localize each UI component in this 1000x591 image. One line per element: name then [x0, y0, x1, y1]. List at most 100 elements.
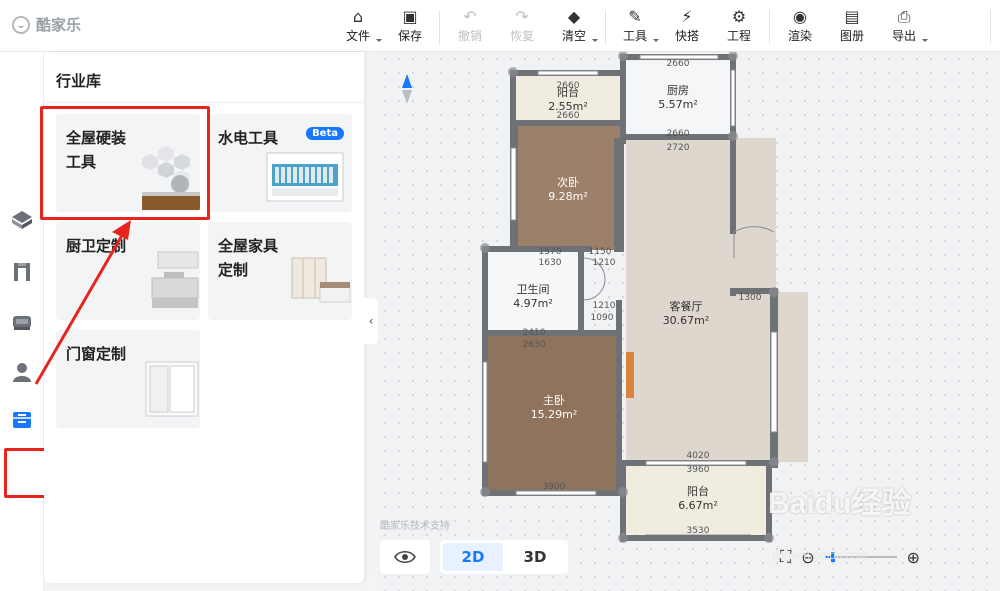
room-area: 15.29m²: [531, 408, 578, 421]
room-name: 卫生间: [517, 282, 550, 296]
room-area: 6.67m²: [678, 499, 718, 512]
dimension-label: 4020: [687, 451, 710, 461]
file-button[interactable]: ⌂ 文件: [338, 6, 382, 44]
dimension-label: 1150: [589, 247, 612, 257]
view-mode-switch: 2D 3D: [440, 540, 568, 574]
app-logo[interactable]: 酷家乐: [12, 14, 81, 35]
undo-button[interactable]: ↶ 撤销: [450, 6, 490, 44]
save-icon: ▣: [402, 7, 418, 26]
clear-label: 清空: [561, 29, 586, 43]
room-name: 次卧: [557, 175, 579, 189]
quick-build-button[interactable]: ⚡ 快搭: [667, 6, 707, 44]
kitchen-thumbnail: [151, 251, 199, 308]
sofa-icon[interactable]: [6, 306, 38, 338]
card-plumbing-electric[interactable]: 水电工具 Beta: [208, 114, 352, 212]
engineering-icon: ⚙: [731, 7, 747, 26]
eraser-icon: ◆: [567, 7, 581, 26]
highlight-box-hard-decoration: [40, 106, 210, 220]
redo-label: 恢复: [509, 29, 534, 43]
view-2d-tab[interactable]: 2D: [443, 543, 503, 571]
engineering-label: 工程: [726, 29, 751, 43]
album-icon: ▤: [844, 7, 860, 26]
compass-icon[interactable]: [402, 74, 412, 104]
dimension-label: 1090: [591, 313, 614, 323]
save-button[interactable]: ▣ 保存: [390, 6, 430, 44]
room-area: 5.57m²: [658, 98, 698, 111]
panel-title: 行业库: [56, 72, 102, 90]
chevron-left-icon: ‹: [368, 314, 374, 328]
card-title: 全屋家具 定制: [218, 237, 279, 279]
dimension-label: 3960: [687, 465, 710, 475]
room-name: 主卧: [543, 394, 565, 407]
redo-icon: ↷: [515, 7, 529, 26]
save-label: 保存: [397, 29, 422, 43]
undo-label: 撤销: [457, 29, 482, 43]
top-toolbar: 酷家乐 ⌂ 文件 ▣ 保存 ↶ 撤销 ↷ 恢复 ◆ 清空 ✎ 工具 ⚡ 快搭 ⚙…: [0, 0, 1000, 52]
tools-button[interactable]: ✎ 工具: [615, 6, 659, 44]
redo-button[interactable]: ↷ 恢复: [502, 6, 542, 44]
card-furniture-custom[interactable]: 全屋家具 定制: [208, 222, 352, 320]
card-doors-windows[interactable]: 门窗定制: [56, 330, 200, 428]
card-title: 厨卫定制: [66, 237, 127, 255]
lightning-icon: ⚡: [681, 7, 693, 26]
collapse-panel-button[interactable]: ‹: [364, 298, 378, 344]
render-button[interactable]: ◉ 渲染: [780, 6, 820, 44]
quick-build-label: 快搭: [674, 29, 699, 43]
render-label: 渲染: [787, 29, 812, 43]
watermark: 酷家乐技术支持: [380, 521, 450, 532]
dimension-label: 1570: [539, 247, 562, 257]
dimension-label: 2660: [557, 111, 580, 121]
user-icon[interactable]: [6, 356, 38, 388]
rail-active-highlight: [4, 448, 48, 498]
room-name: 客餐厅: [670, 299, 703, 313]
card-title: 门窗定制: [66, 345, 127, 363]
dimension-label: 3900: [543, 482, 566, 492]
logo-text: 酷家乐: [36, 16, 82, 34]
render-icon: ◉: [793, 7, 807, 26]
clear-button[interactable]: ◆ 清空: [554, 6, 598, 44]
dimension-label: 2660: [667, 129, 690, 139]
room-area: 9.28m²: [548, 190, 588, 203]
baidu-watermark: Baidu经验: [768, 487, 912, 520]
wrench-icon: ✎: [628, 7, 642, 26]
room-area: 4.97m²: [513, 297, 553, 310]
dimension-label: 3530: [687, 526, 710, 536]
baidu-watermark-url: jingyan.baidu.com: [772, 548, 869, 562]
plumbing-thumbnail: [266, 152, 344, 202]
hard-decoration-icon[interactable]: [6, 204, 38, 236]
dimension-label: 1210: [593, 301, 616, 311]
window-thumbnail: [145, 361, 199, 417]
cabinet-icon[interactable]: [6, 404, 38, 436]
eye-icon: [394, 550, 416, 564]
left-rail: [0, 52, 48, 591]
export-button[interactable]: ⎙ 导出: [884, 6, 928, 44]
dimension-label: 2660: [667, 59, 690, 69]
dimension-label: 2660: [557, 81, 580, 91]
room-name: 阳台: [687, 484, 709, 498]
beta-badge: Beta: [306, 127, 344, 140]
furniture-thumbnail: [291, 257, 351, 303]
tools-label: 工具: [622, 29, 647, 43]
dimension-label: 2410: [523, 328, 546, 338]
export-label: 导出: [891, 29, 916, 43]
card-title: 水电工具: [218, 129, 279, 147]
room-name: 厨房: [667, 84, 689, 97]
visibility-button[interactable]: [380, 540, 430, 574]
undo-icon: ↶: [463, 7, 477, 26]
dimension-label: 1210: [593, 258, 616, 268]
room-area: 30.67m²: [663, 314, 710, 327]
view-3d-tab[interactable]: 3D: [505, 543, 565, 571]
dimension-label: 2720: [667, 143, 690, 153]
logo-icon: [12, 15, 30, 34]
album-button[interactable]: ▤ 图册: [832, 6, 872, 44]
dimension-label: 2630: [523, 340, 546, 350]
zoom-in-icon[interactable]: ⊕: [907, 548, 920, 567]
dimension-label: 1630: [539, 258, 562, 268]
file-icon: ⌂: [352, 7, 364, 26]
view-controls: 2D 3D: [380, 540, 568, 574]
export-icon: ⎙: [897, 7, 911, 26]
engineering-button[interactable]: ⚙ 工程: [719, 6, 759, 44]
door-icon[interactable]: [6, 256, 38, 288]
card-kitchen-bath[interactable]: 厨卫定制: [56, 222, 200, 320]
file-label: 文件: [345, 29, 370, 43]
